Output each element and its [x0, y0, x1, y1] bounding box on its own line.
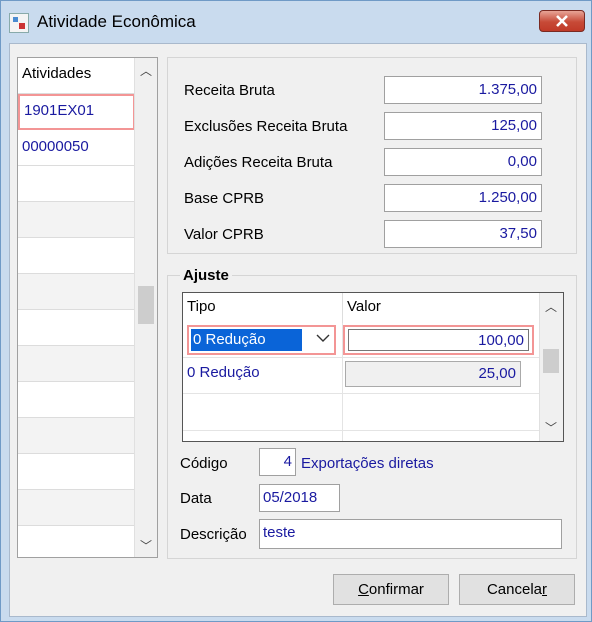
cancelar-label: Cancela [486, 581, 543, 598]
scroll-thumb[interactable] [543, 349, 559, 373]
activities-list[interactable]: Atividades 1901EX01 00000050 ︿ ﹀ [17, 57, 158, 558]
scroll-down-icon[interactable]: ﹀ [135, 535, 157, 557]
list-item-empty[interactable] [18, 526, 135, 557]
list-item-empty[interactable] [18, 238, 135, 274]
list-item-empty[interactable] [18, 490, 135, 526]
valor-cprb-label: Valor CPRB [184, 226, 264, 243]
list-scrollbar[interactable]: ︿ ﹀ [134, 58, 157, 557]
list-item-empty[interactable] [18, 382, 135, 418]
confirmar-mnemonic: C [358, 581, 369, 598]
ajuste-grid[interactable]: Tipo Valor 0 Redução 100,00 0 Redução 25… [182, 292, 564, 442]
cancelar-mnemonic: r [542, 581, 548, 598]
base-cprb-field[interactable]: 1.250,00 [384, 184, 542, 212]
chevron-down-icon [316, 334, 330, 342]
dialog-window: Atividade Econômica Atividades 1901EX01 … [0, 0, 592, 622]
descricao-field[interactable]: teste [259, 519, 562, 549]
grid-scrollbar[interactable]: ︿ ﹀ [539, 293, 563, 441]
close-icon [556, 15, 568, 27]
data-label: Data [180, 490, 212, 507]
list-item-empty[interactable] [18, 310, 135, 346]
ajuste-title: Ajuste [180, 267, 232, 284]
tipo-dropdown-value: 0 Redução [190, 328, 303, 352]
window-title: Atividade Econômica [37, 12, 196, 31]
codigo-field[interactable]: 4 [259, 448, 296, 476]
dialog-body: Atividades 1901EX01 00000050 ︿ ﹀ Receita… [9, 43, 587, 617]
list-item-empty[interactable] [18, 274, 135, 310]
list-item[interactable]: 1901EX01 [18, 94, 135, 130]
activities-header: Atividades [18, 58, 135, 94]
valor-cprb-field[interactable]: 37,50 [384, 220, 542, 248]
list-item-empty[interactable] [18, 454, 135, 490]
row-valor[interactable]: 25,00 [345, 361, 521, 387]
scroll-up-icon[interactable]: ︿ [135, 60, 157, 82]
exclusoes-label: Exclusões Receita Bruta [184, 118, 348, 135]
list-item-empty[interactable] [18, 202, 135, 238]
receita-bruta-field[interactable]: 1.375,00 [384, 76, 542, 104]
confirmar-button[interactable]: Confirmar [333, 574, 449, 605]
column-header-valor[interactable]: Valor [343, 293, 539, 323]
base-cprb-label: Base CPRB [184, 190, 265, 207]
receita-bruta-label: Receita Bruta [184, 82, 275, 99]
tipo-dropdown[interactable]: 0 Redução [187, 325, 336, 355]
codigo-label: Código [180, 455, 228, 472]
app-icon [9, 13, 29, 33]
scroll-up-icon[interactable]: ︿ [540, 296, 562, 318]
title-bar[interactable]: Atividade Econômica [1, 1, 591, 43]
valor-input[interactable]: 100,00 [348, 329, 529, 351]
list-item-empty[interactable] [18, 346, 135, 382]
row-tipo[interactable]: 0 Redução [187, 364, 260, 381]
confirmar-label: onfirmar [368, 581, 424, 598]
descricao-label: Descrição [180, 526, 247, 543]
list-item-empty[interactable] [18, 166, 135, 202]
summary-group: Receita Bruta 1.375,00 Exclusões Receita… [167, 57, 577, 254]
adicoes-label: Adições Receita Bruta [184, 154, 333, 171]
codigo-description: Exportações diretas [301, 455, 434, 472]
adicoes-field[interactable]: 0,00 [384, 148, 542, 176]
cancelar-button[interactable]: Cancelar [459, 574, 575, 605]
scroll-thumb[interactable] [138, 286, 154, 324]
scroll-down-icon[interactable]: ﹀ [540, 417, 562, 439]
column-header-tipo[interactable]: Tipo [183, 293, 343, 323]
list-item[interactable]: 00000050 [18, 130, 135, 166]
valor-cell-edit[interactable]: 100,00 [343, 325, 534, 355]
close-button[interactable] [539, 10, 585, 32]
data-field[interactable]: 05/2018 [259, 484, 340, 512]
exclusoes-field[interactable]: 125,00 [384, 112, 542, 140]
ajuste-group: Ajuste Tipo Valor 0 Redução 100,00 0 Red… [167, 267, 577, 559]
list-item-empty[interactable] [18, 418, 135, 454]
